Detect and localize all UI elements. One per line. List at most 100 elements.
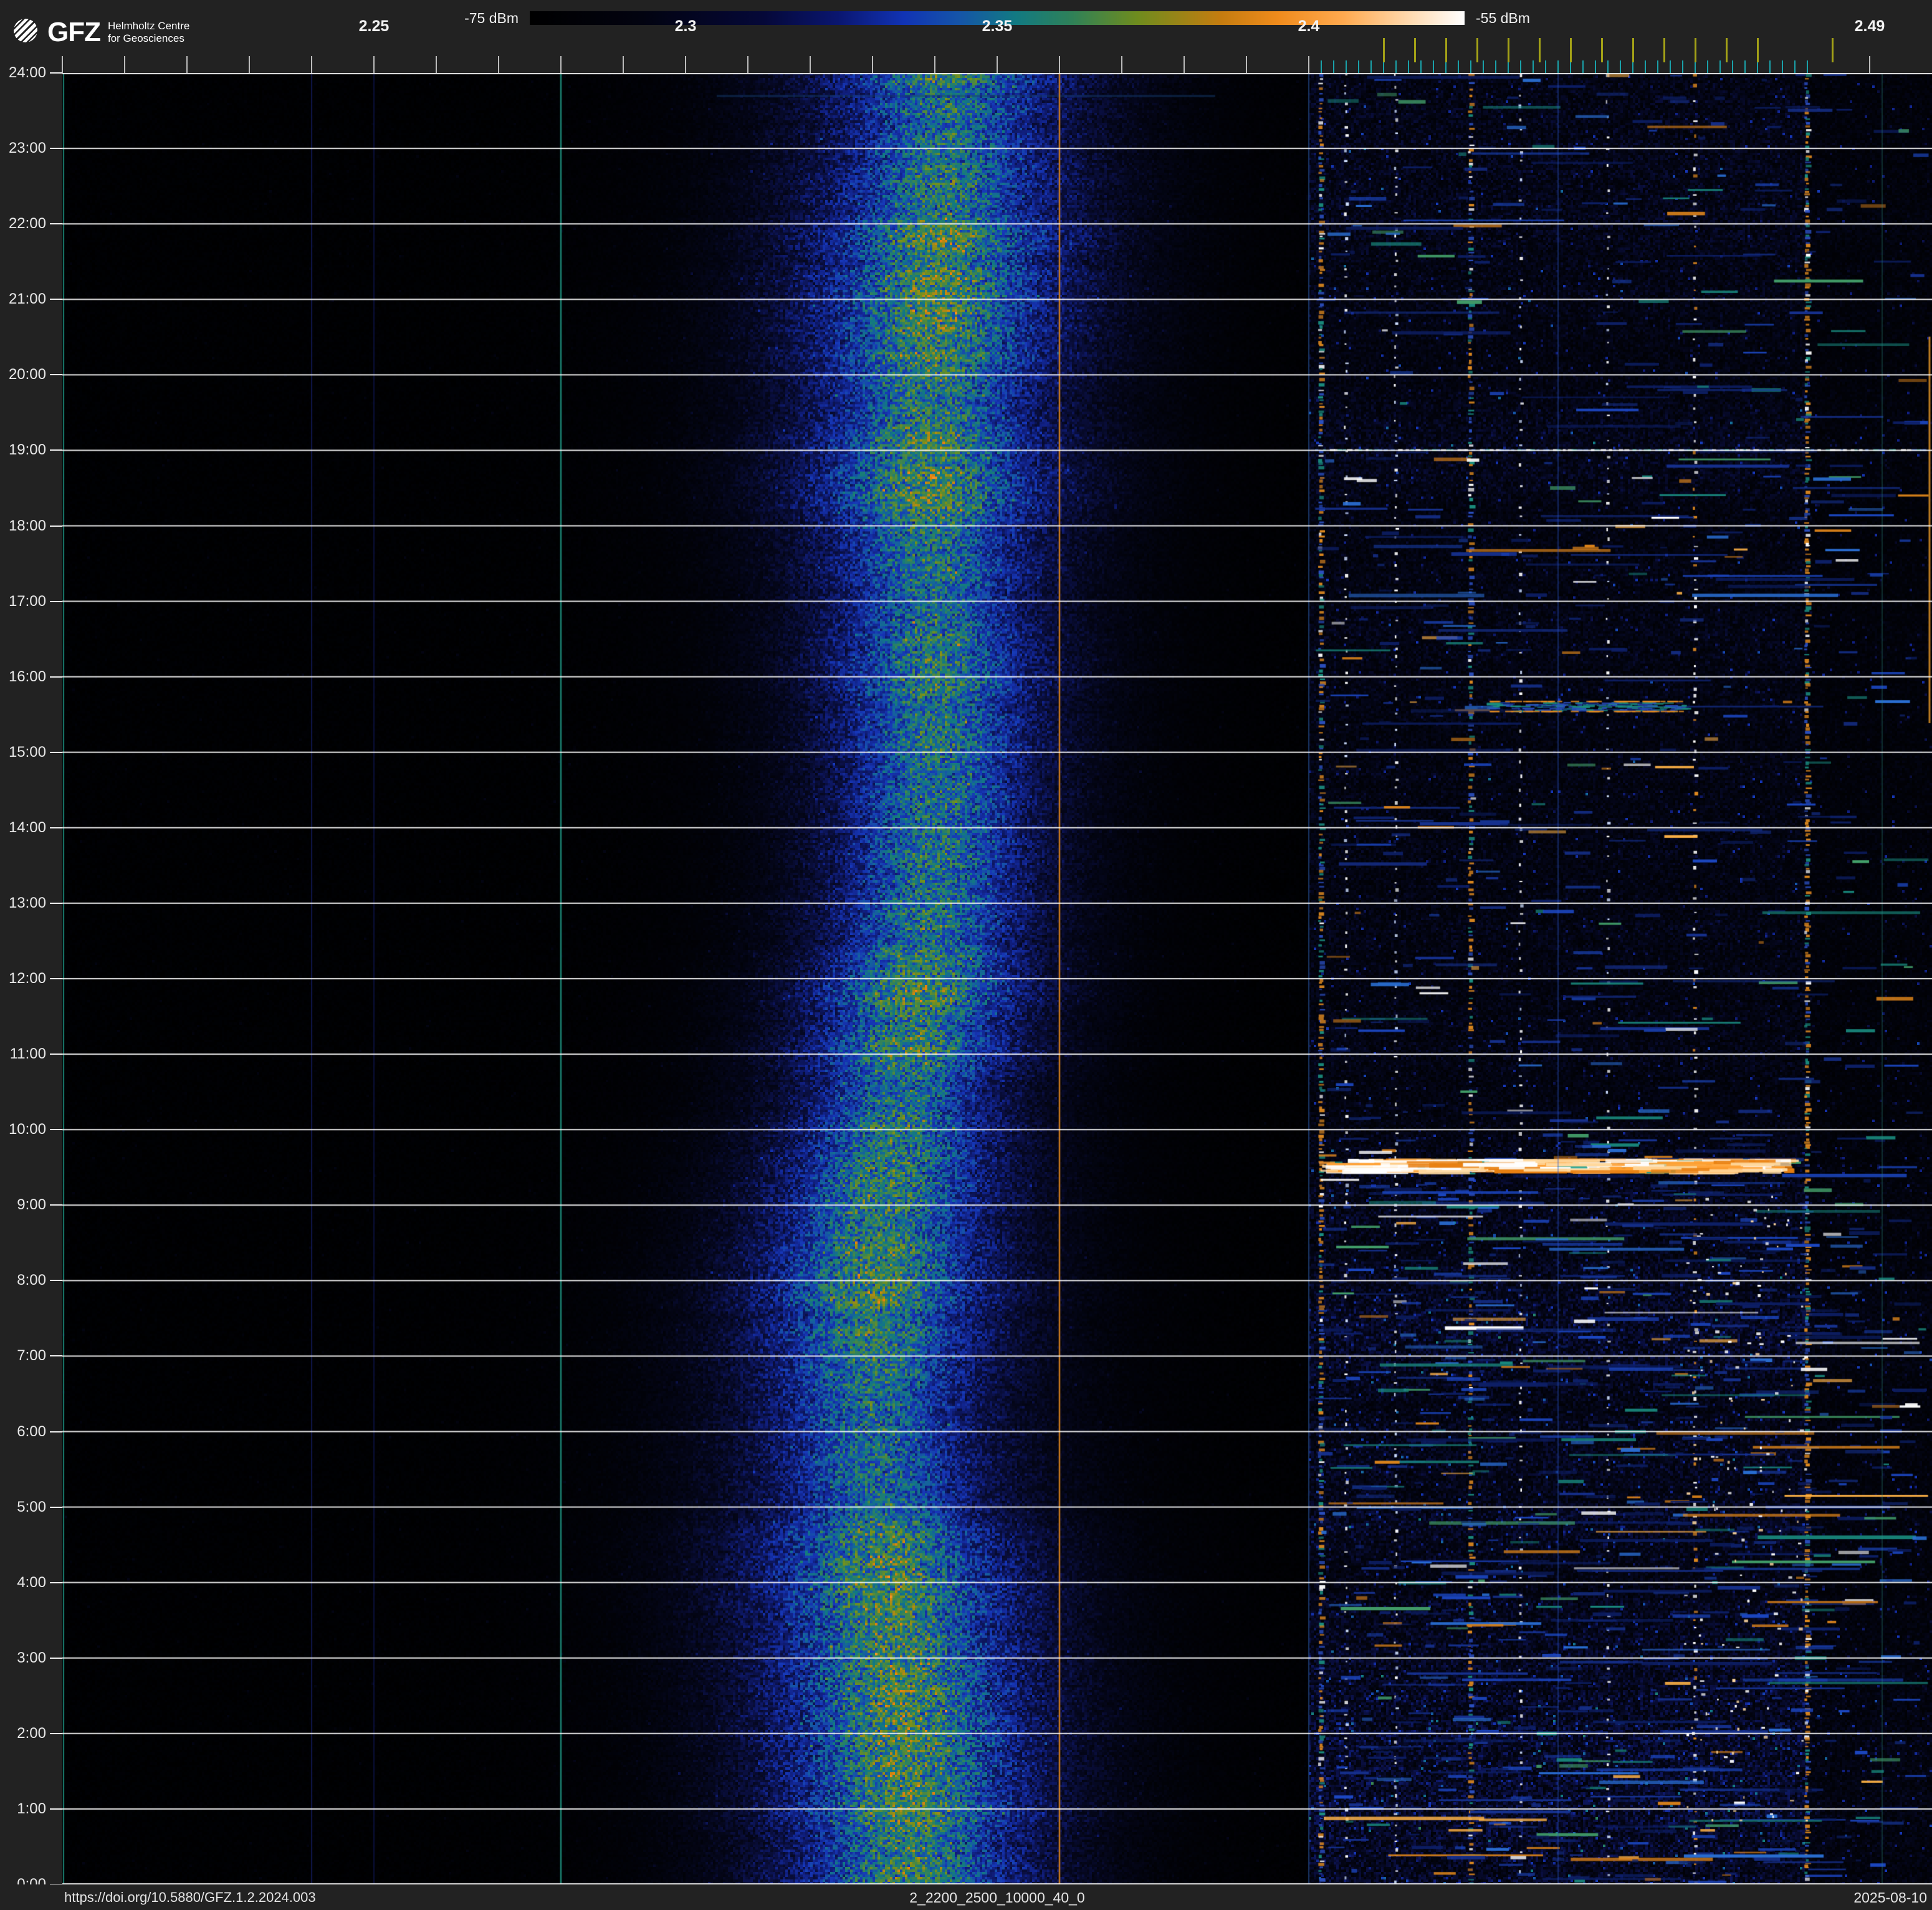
ble-channel-tick [1557,60,1559,73]
ble-channel-tick [1594,60,1597,73]
time-axis-label: 5:00 [17,1498,46,1515]
ble-channel-tick [1756,60,1759,73]
freq-tick [810,56,811,73]
time-axis-label: 3:00 [17,1649,46,1666]
time-axis-label: 21:00 [8,290,46,308]
ble-channel-tick [1407,60,1410,73]
wifi-channel-tick [1445,38,1447,62]
time-tick [50,72,62,74]
ble-channel-tick [1370,60,1372,73]
freq-tick [1184,56,1185,73]
freq-tick [436,56,437,73]
wifi-channel-tick [1382,38,1385,62]
time-tick [50,148,62,150]
ble-channel-tick [1420,60,1422,73]
time-axis-label: 19:00 [8,441,46,459]
freq-tick [1121,56,1122,73]
time-tick [50,1053,62,1055]
freq-tick [311,56,312,73]
wifi-channel-tick [1413,38,1416,62]
time-tick [50,223,62,225]
time-tick [50,449,62,451]
ble-channel-tick [1806,60,1809,73]
ble-channel-tick [1507,60,1509,73]
ble-channel-tick [1445,60,1447,73]
freq-tick [1059,56,1060,73]
freq-axis-label: 2.49 [1854,17,1885,35]
time-axis-label: 2:00 [17,1724,46,1742]
freq-axis-label: 2.4 [1298,17,1320,35]
freq-tick [1869,56,1870,73]
time-tick [50,1129,62,1131]
freq-axis-label: 2.25 [358,17,390,35]
ble-channel-tick [1681,60,1684,73]
wifi-channel-tick [1831,38,1834,62]
ble-channel-tick [1632,60,1634,73]
time-axis-label: 6:00 [17,1423,46,1440]
ble-channel-tick [1706,60,1709,73]
time-tick [50,676,62,678]
ble-channel-tick [1719,60,1721,73]
time-axis-label: 4:00 [17,1573,46,1591]
ble-channel-tick [1519,60,1522,73]
ble-channel-tick [1357,60,1360,73]
freq-tick [186,56,188,73]
time-axis-label: 14:00 [8,818,46,836]
freq-axis-label: 2.3 [674,17,697,35]
time-axis-label: 22:00 [8,215,46,233]
time-tick [50,902,62,904]
time-tick [50,374,62,376]
time-axis-label: 24:00 [8,64,46,81]
ble-channel-tick [1694,60,1696,73]
time-tick [50,600,62,602]
ble-channel-tick [1657,60,1659,73]
freq-tick [685,56,686,73]
wifi-channel-tick [1507,38,1509,62]
ble-channel-tick [1470,60,1472,73]
freq-tick [747,56,748,73]
freq-tick [124,56,125,73]
ble-channel-tick [1644,60,1647,73]
ble-channel-tick [1382,60,1385,73]
wifi-channel-tick [1600,38,1603,62]
ble-channel-tick [1669,60,1671,73]
time-tick [50,1581,62,1583]
time-tick [50,1506,62,1508]
freq-tick [623,56,624,73]
ble-channel-tick [1582,60,1584,73]
time-axis-label: 9:00 [17,1196,46,1214]
ble-channel-tick [1769,60,1771,73]
time-axis-label: 15:00 [8,743,46,761]
ble-channel-tick [1320,60,1322,73]
wifi-channel-tick [1694,38,1696,62]
time-tick [50,1280,62,1282]
ble-channel-tick [1569,60,1572,73]
ble-channel-tick [1731,60,1734,73]
ble-channel-tick [1345,60,1347,73]
ble-channel-tick [1457,60,1460,73]
wifi-channel-tick [1756,38,1759,62]
wifi-channel-tick [1476,38,1478,62]
time-tick [50,751,62,753]
time-tick [50,1204,62,1206]
ble-channel-tick [1395,60,1397,73]
ble-channel-tick [1619,60,1622,73]
wifi-channel-tick [1538,38,1541,62]
wifi-channel-tick [1725,38,1728,62]
time-axis-label: 1:00 [17,1800,46,1817]
time-axis-label: 10:00 [8,1121,46,1138]
freq-tick [872,56,873,73]
time-axis-label: 16:00 [8,668,46,685]
ble-channel-tick [1744,60,1746,73]
ble-channel-tick [1494,60,1497,73]
ble-channel-tick [1432,60,1435,73]
time-tick [50,1355,62,1357]
time-tick [50,1431,62,1432]
time-tick [50,299,62,300]
freq-tick [249,56,250,73]
time-axis-label: 13:00 [8,894,46,911]
ble-channel-tick [1607,60,1609,73]
freq-tick [1246,56,1247,73]
filename-label: 2_2200_2500_10000_40_0 [909,1889,1085,1906]
freq-tick [997,56,998,73]
